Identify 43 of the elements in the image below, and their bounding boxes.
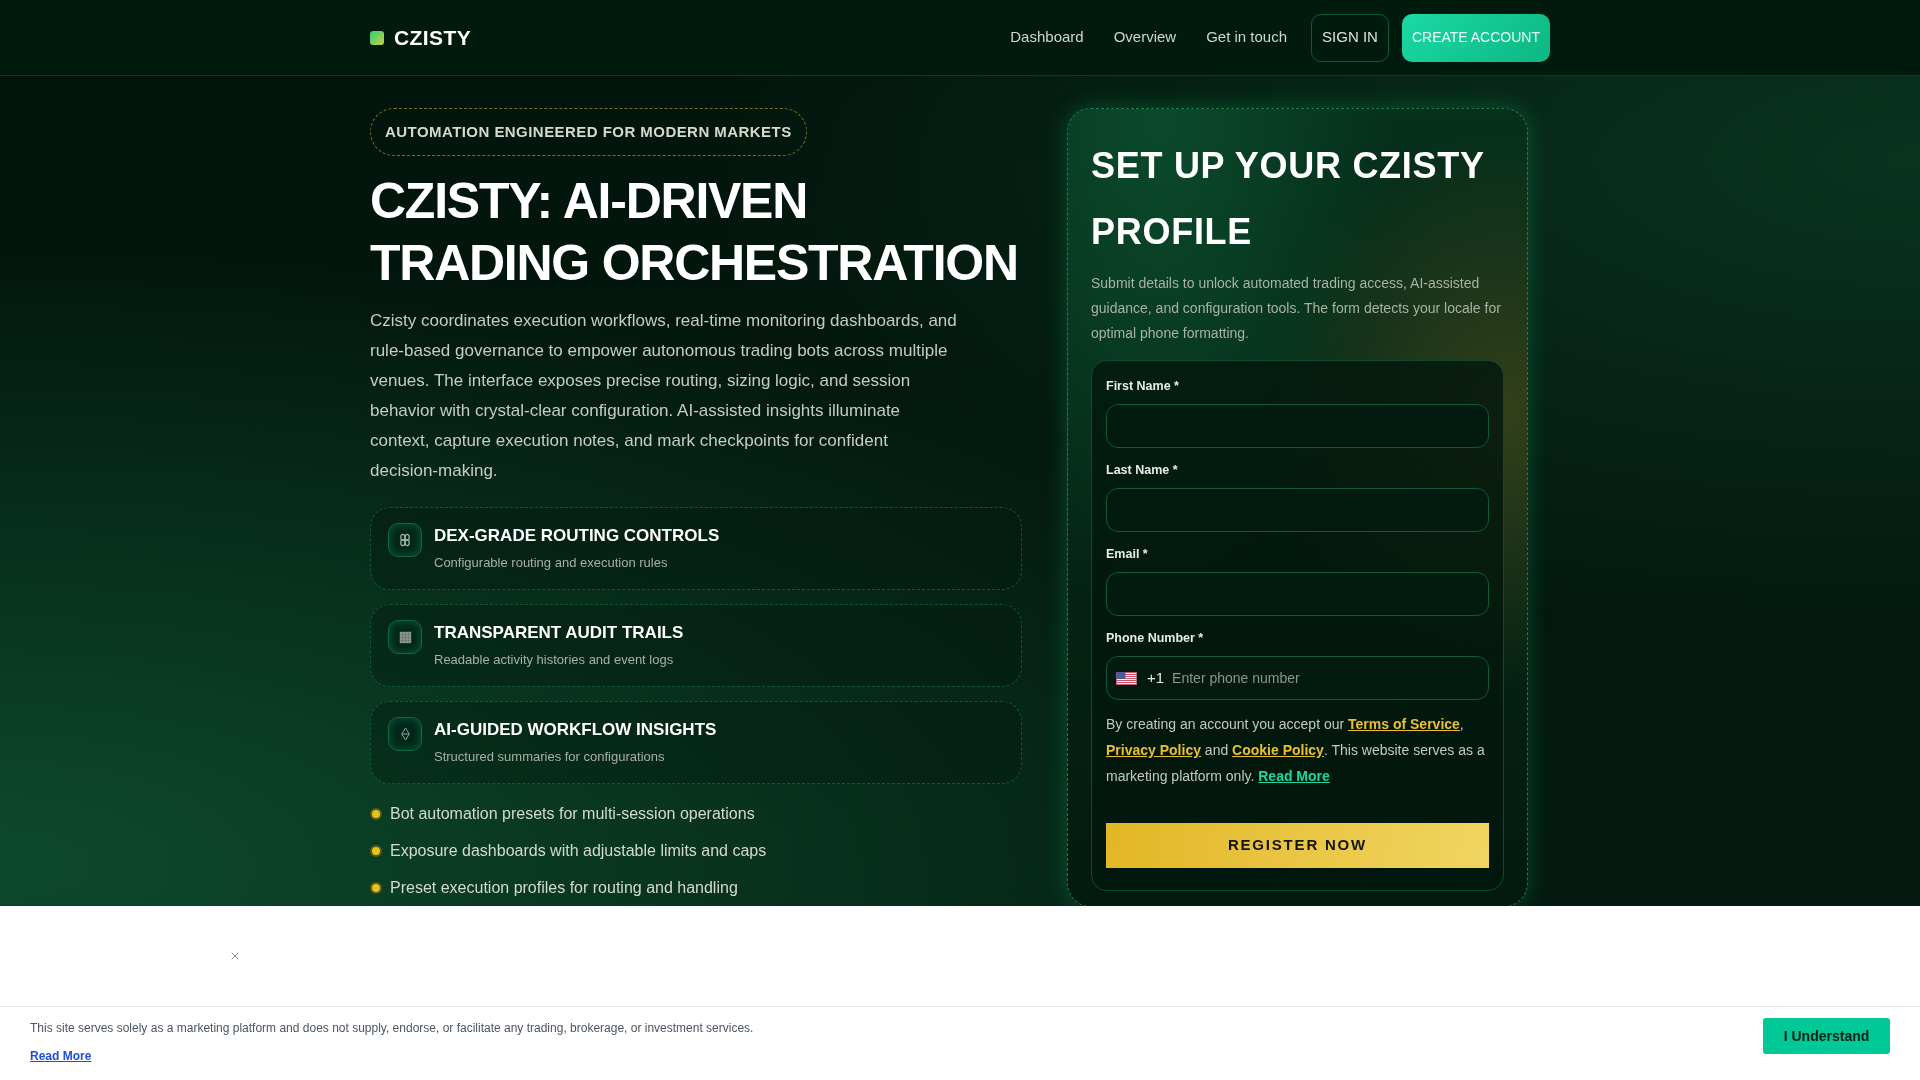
form-description: Submit details to unlock automated trading access, AI-assisted guidance, and configuration tools. The form detects your locale for optimal phone formatting. [1091,274,1502,343]
policy-link[interactable]: Cookie Policy [1232,742,1324,758]
nav-link[interactable]: Dashboard [1010,26,1084,49]
feature-bullet: Exposure dashboards with adjustable limits and caps [390,841,767,861]
input-field[interactable] [1106,404,1489,448]
input-field[interactable] [1106,572,1489,616]
chain-icon [388,523,422,557]
input-field[interactable] [1106,488,1489,532]
feature-subtitle: Structured summaries for configurations [434,748,666,766]
policy-link[interactable]: Privacy Policy [1106,742,1201,758]
feature-title: DEX-GRADE ROUTING CONTROLS [434,525,720,547]
consent-text: By creating an account you accept our Terms of Service, Privacy Policy and Cookie Policy. This website serves as a marketing platform only. Read More [1106,715,1486,786]
logo-text[interactable]: CZISTY [394,21,472,54]
feature-subtitle: Readable activity histories and event logs [434,651,675,669]
feature-title: AI-GUIDED WORKFLOW INSIGHTS [434,719,717,741]
nav-link[interactable]: Get in touch [1206,26,1288,49]
dial-code: +1 [1147,667,1165,688]
feature-bullet: Preset execution profiles for routing and handling [390,878,738,898]
flag-icon [1116,671,1137,685]
feature-subtitle: Configurable routing and execution rules [434,554,669,572]
field-label: Email * [1106,546,1149,563]
field-label: First Name * [1106,378,1180,395]
form-title: SET UP YOUR CZISTY PROFILE [1091,144,1486,254]
logo-icon [370,30,384,45]
field-label: Last Name * [1106,462,1179,479]
hero-description: Czisty coordinates execution workflows, real-time monitoring dashboards, and rule-based governance to empower autonomous trading bots across multiple venues. The interface exposes precise routing, sizing logic, and session behavior with crystal-clear configuration. AI-assisted insights illuminate context, capture execution notes, and mark checkpoints for confident decision-making. [370,310,958,482]
read-more-link[interactable]: Read More [30,1047,92,1065]
feature-title: TRANSPARENT AUDIT TRAILS [434,622,684,644]
policy-link[interactable]: Terms of Service [1348,716,1460,732]
read-more-link[interactable]: Read More [1258,768,1330,784]
sign-in-button[interactable]: SIGN IN [1311,13,1389,62]
register-button[interactable]: REGISTER NOW [1106,823,1489,868]
close-icon[interactable] [229,950,241,962]
diamond-icon [388,717,422,751]
grid-icon [388,620,422,654]
nav-link[interactable]: Overview [1113,26,1177,49]
hero-title: CZISTY: AI-DRIVEN TRADING ORCHESTRATION [370,172,1019,293]
notice-text: This site serves solely as a marketing platform and does not supply, endorse, or facilitate any trading, brokerage, or investment services. [30,1020,754,1037]
phone-input[interactable]: Enter phone number [1172,664,1476,692]
field-label: Phone Number * [1106,630,1205,647]
phone-field[interactable]: +1 Enter phone number [1106,656,1489,700]
feature-bullet: Bot automation presets for multi-session operations [390,804,755,824]
understand-button[interactable]: I Understand [1763,1018,1890,1054]
